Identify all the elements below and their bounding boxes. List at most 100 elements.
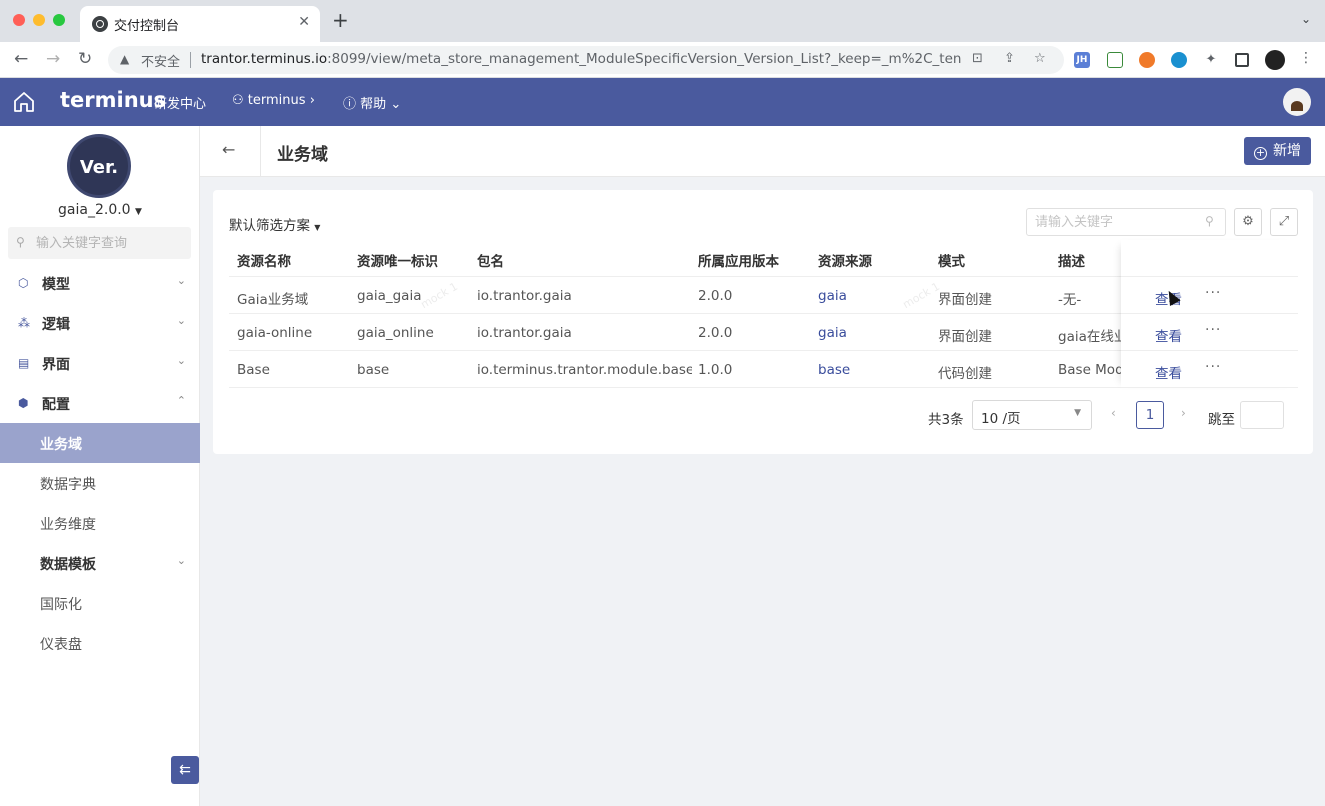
page-title: 业务域 [277, 145, 328, 165]
sidebar-item-dashboard[interactable]: 仪表盘 [0, 623, 200, 663]
browser-tab[interactable]: 交付控制台 ✕ [80, 6, 320, 42]
col-header-name: 资源名称 [237, 254, 291, 270]
cell-version: 2.0.0 [698, 325, 733, 341]
add-button[interactable]: + 新增 [1244, 137, 1311, 165]
caret-down-icon: ▼ [1074, 408, 1081, 418]
caret-down-icon: ▼ [135, 207, 142, 217]
filter-scheme-dropdown[interactable]: 默认筛选方案 ▼ [229, 214, 320, 234]
page-size-select[interactable]: 10 /页 ▼ [972, 400, 1092, 430]
warning-icon: ▲ [120, 52, 130, 66]
page-number-button[interactable]: 1 [1136, 401, 1164, 429]
table-search-input[interactable] [1026, 208, 1226, 236]
nav-help[interactable]: ⓘ 帮助 ⌄ [343, 93, 401, 112]
nav-rd-center[interactable]: 研发中心 [154, 93, 206, 112]
version-selector[interactable]: gaia_2.0.0 ▼ [0, 202, 200, 218]
chevron-down-icon: ⌄ [176, 554, 186, 567]
sidebar-item-business-dimension[interactable]: 业务维度 [0, 503, 200, 543]
model-icon: ⬡ [18, 276, 29, 290]
cell-package: io.trantor.gaia [477, 288, 572, 304]
green-extension-icon[interactable] [1107, 52, 1123, 68]
reload-icon[interactable]: ↻ [78, 49, 92, 69]
insecure-label[interactable]: 不安全 [141, 51, 180, 70]
chevron-up-icon: ⌃ [176, 394, 186, 407]
blue-extension-icon[interactable] [1171, 52, 1187, 68]
cell-version: 2.0.0 [698, 288, 733, 304]
cell-source-link[interactable]: base [818, 362, 850, 378]
watermark: mock 1 [418, 279, 460, 312]
back-arrow-icon[interactable]: ← [14, 49, 28, 69]
prev-page-icon[interactable]: ‹ [1111, 406, 1116, 420]
search-icon: ⚲ [16, 235, 25, 249]
address-bar[interactable]: ▲ 不安全 trantor.terminus.io:8099/view/meta… [108, 46, 1064, 74]
actions-cell: 查看 ··· [1121, 314, 1298, 351]
forward-arrow-icon[interactable]: → [46, 49, 60, 69]
sidebar-group-config[interactable]: ⬢ 配置 ⌃ [0, 383, 200, 423]
view-link[interactable]: 查看 [1155, 362, 1182, 382]
user-icon: ⚇ [232, 93, 244, 108]
sidebar-item-data-template[interactable]: 数据模板 ⌄ [0, 543, 200, 583]
cell-name: gaia-online [237, 325, 313, 341]
pager-total: 共3条 [928, 412, 964, 428]
browser-menu-icon[interactable]: ⋮ [1299, 50, 1313, 66]
cell-key: base [357, 362, 390, 378]
sidebar-item-i18n[interactable]: 国际化 [0, 583, 200, 623]
ui-icon: ▤ [18, 356, 30, 370]
col-header-source: 资源来源 [818, 254, 872, 270]
col-header-package: 包名 [477, 254, 504, 270]
watermark: mock 1 [900, 279, 942, 312]
app-header: terminus 研发中心 ⚇ terminus › ⓘ 帮助 ⌄ [0, 78, 1325, 126]
caret-down-icon: ▼ [314, 223, 321, 232]
sidepanel-icon[interactable] [1235, 53, 1249, 67]
sidebar-item-business-domain[interactable]: 业务域 [0, 423, 200, 463]
actions-header-cell [1121, 240, 1298, 277]
minimize-window-button[interactable] [33, 14, 45, 26]
jh-extension-icon[interactable]: JH [1074, 52, 1090, 68]
orange-extension-icon[interactable] [1139, 52, 1155, 68]
cell-source-link[interactable]: gaia [818, 325, 847, 341]
collapse-sidebar-icon[interactable]: ⇇ [171, 756, 199, 784]
settings-gear-icon[interactable]: ⚙ [1234, 208, 1262, 236]
share-icon[interactable]: ⇪ [1004, 51, 1015, 66]
view-link[interactable]: 查看 [1155, 325, 1182, 345]
tab-close-icon[interactable]: ✕ [298, 14, 310, 30]
avatar[interactable] [1283, 88, 1311, 116]
cell-source-link[interactable]: gaia [818, 288, 847, 304]
next-page-icon[interactable]: › [1181, 406, 1186, 420]
more-dots-icon[interactable]: ··· [1205, 359, 1221, 375]
back-arrow-icon[interactable]: ← [222, 140, 235, 159]
sidebar-group-model[interactable]: ⬡ 模型 ⌄ [0, 263, 200, 303]
actions-cell: 查看 ··· [1121, 277, 1298, 314]
more-dots-icon[interactable]: ··· [1205, 322, 1221, 338]
col-header-description: 描述 [1058, 254, 1085, 270]
new-tab-button[interactable]: + [332, 10, 349, 30]
sidebar-group-ui[interactable]: ▤ 界面 ⌄ [0, 343, 200, 383]
tab-search-chevron-icon[interactable]: ⌄ [1301, 12, 1311, 26]
puzzle-extensions-icon[interactable]: ✦ [1203, 52, 1219, 68]
cell-package: io.terminus.trantor.module.base [477, 362, 692, 378]
jump-to-input[interactable] [1240, 401, 1284, 429]
fullscreen-icon[interactable]: ⤢ [1270, 208, 1298, 236]
col-header-mode: 模式 [938, 254, 965, 270]
home-icon[interactable] [12, 90, 36, 114]
more-dots-icon[interactable]: ··· [1205, 285, 1221, 301]
table-card: 默认筛选方案 ▼ ⚲ ⚙ ⤢ 资源名称 资源唯一标识 包名 所属应用版本 资源来… [213, 190, 1313, 454]
close-window-button[interactable] [13, 14, 25, 26]
profile-avatar-icon[interactable] [1265, 50, 1285, 70]
cell-name: Base [237, 362, 270, 378]
browser-tabbar: 交付控制台 ✕ + ⌄ [0, 0, 1325, 42]
url-text[interactable]: trantor.terminus.io:8099/view/meta_store… [201, 51, 961, 67]
cell-name: Gaia业务域 [237, 292, 309, 308]
translate-icon[interactable]: ⊡ [972, 51, 983, 66]
sidebar-group-logic[interactable]: ⁂ 逻辑 ⌄ [0, 303, 200, 343]
cell-key: gaia_online [357, 325, 434, 341]
sidebar-item-data-dictionary[interactable]: 数据字典 [0, 463, 200, 503]
bookmark-star-icon[interactable]: ☆ [1034, 51, 1046, 66]
col-header-app-version: 所属应用版本 [698, 254, 779, 270]
maximize-window-button[interactable] [53, 14, 65, 26]
nav-user[interactable]: ⚇ terminus › [232, 93, 315, 108]
terminus-logo[interactable]: terminus [60, 88, 166, 112]
sidebar-search-input[interactable] [8, 227, 191, 259]
omnibox-divider [190, 52, 191, 68]
cell-mode: 界面创建 [938, 292, 992, 308]
actions-column: 查看 ··· 查看 ··· 查看 ··· [1121, 240, 1298, 388]
